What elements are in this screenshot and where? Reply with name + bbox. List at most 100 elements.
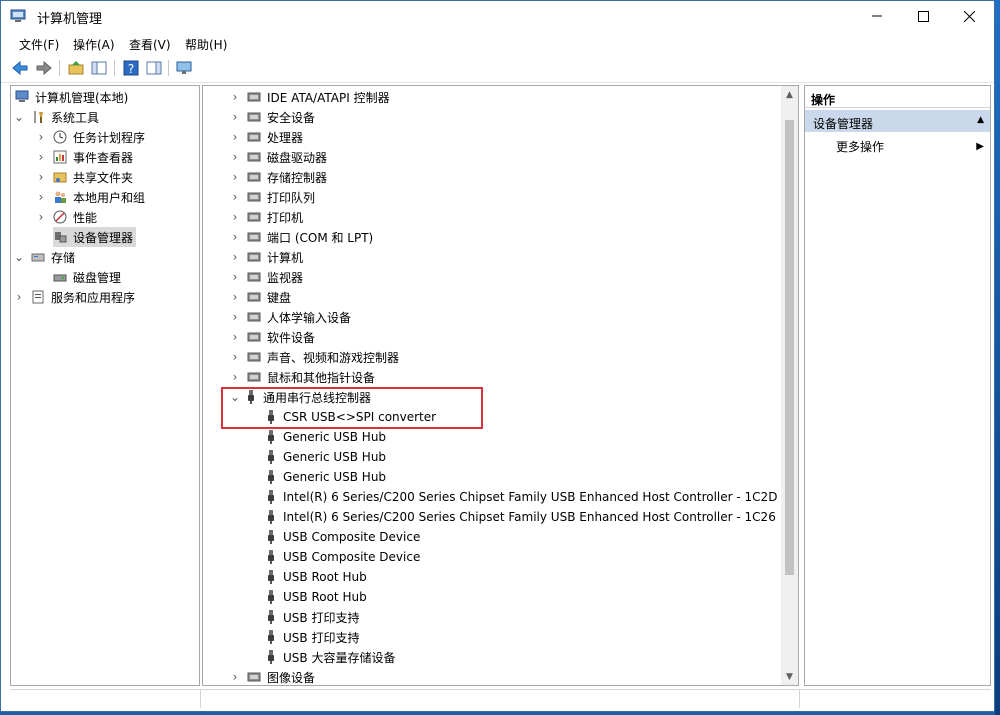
tree-item-services-apps[interactable]: › 服务和应用程序: [13, 287, 135, 307]
usb-device-row[interactable]: USB Composite Device: [267, 527, 420, 547]
menu-help[interactable]: 帮助(H): [185, 36, 227, 53]
usb-device-row[interactable]: Intel(R) 6 Series/C200 Series Chipset Fa…: [267, 507, 776, 527]
tree-item-performance[interactable]: › 性能: [35, 207, 97, 227]
chevron-right-icon[interactable]: ›: [13, 290, 25, 304]
close-button[interactable]: [946, 1, 992, 31]
chevron-right-icon[interactable]: ›: [229, 250, 241, 264]
device-label: USB 大容量存储设备: [283, 650, 396, 665]
maximize-button[interactable]: [900, 1, 946, 31]
usb-device-row[interactable]: USB Composite Device: [267, 547, 420, 567]
title-bar: 计算机管理: [1, 1, 994, 32]
chevron-right-icon[interactable]: ›: [229, 110, 241, 124]
device-category-row[interactable]: › 人体学输入设备: [229, 307, 351, 327]
device-category-row[interactable]: › 软件设备: [229, 327, 315, 347]
device-label: 处理器: [267, 130, 304, 145]
device-category-row[interactable]: › 磁盘驱动器: [229, 147, 327, 167]
maximize-icon: [917, 10, 929, 22]
menu-action[interactable]: 操作(A): [73, 36, 115, 53]
back-arrow-icon[interactable]: [11, 59, 29, 77]
device-category-icon: [247, 672, 261, 682]
collapse-up-icon[interactable]: ▲: [977, 115, 984, 125]
chevron-right-icon[interactable]: ›: [229, 670, 241, 684]
show-hide-tree-icon[interactable]: [90, 59, 108, 77]
device-label: 计算机: [267, 250, 304, 265]
vertical-scrollbar[interactable]: ▲ ▼: [781, 86, 798, 685]
device-category-row[interactable]: › 监视器: [229, 267, 303, 287]
usb-device-row[interactable]: USB 大容量存储设备: [267, 647, 395, 667]
device-category-icon: [247, 232, 261, 242]
device-category-row[interactable]: › 打印机: [229, 207, 303, 227]
usb-device-row[interactable]: USB Root Hub: [267, 567, 367, 587]
show-hide-action-pane-icon[interactable]: [145, 59, 163, 77]
device-category-row[interactable]: › 声音、视频和游戏控制器: [229, 347, 399, 367]
usb-plug-icon: [268, 510, 274, 524]
tree-label: 系统工具: [51, 110, 100, 125]
tree-item-event-viewer[interactable]: › 事件查看器: [35, 147, 133, 167]
navigation-tree-pane: 计算机管理(本地) ⌄ 系统工具 › 任务计划程序 › 事件查看器 › 共享文件…: [10, 85, 200, 686]
tree-item-task-scheduler[interactable]: › 任务计划程序: [35, 127, 145, 147]
chevron-right-icon[interactable]: ›: [35, 150, 47, 164]
monitor-icon[interactable]: [175, 59, 193, 77]
device-category-row[interactable]: › 图像设备: [229, 667, 316, 685]
chevron-down-icon[interactable]: ⌄: [13, 250, 25, 264]
scroll-up-arrow-icon[interactable]: ▲: [781, 86, 798, 103]
minimize-button[interactable]: [854, 1, 900, 31]
help-icon[interactable]: ?: [122, 59, 140, 77]
device-category-row[interactable]: › 存储控制器: [229, 167, 327, 187]
scroll-thumb[interactable]: [785, 120, 794, 575]
usb-device-row[interactable]: Generic USB Hub: [267, 427, 386, 447]
device-category-row[interactable]: › 打印队列: [229, 187, 315, 207]
device-label: Generic USB Hub: [283, 450, 387, 464]
chevron-right-icon[interactable]: ›: [229, 190, 241, 204]
chevron-right-icon[interactable]: ›: [229, 210, 241, 224]
chevron-right-icon[interactable]: ›: [35, 170, 47, 184]
usb-device-row[interactable]: USB 打印支持: [267, 607, 359, 627]
device-category-row[interactable]: › 安全设备: [229, 107, 315, 127]
chevron-right-icon[interactable]: ›: [229, 370, 241, 384]
chevron-right-icon[interactable]: ›: [229, 90, 241, 104]
clock-icon: [53, 130, 67, 144]
device-category-row[interactable]: › IDE ATA/ATAPI 控制器: [229, 87, 390, 107]
actions-section-device-manager[interactable]: 设备管理器 ▲: [805, 110, 990, 132]
chevron-down-icon[interactable]: ⌄: [13, 110, 25, 124]
more-actions-item[interactable]: 更多操作 ▶: [836, 136, 986, 156]
chevron-right-icon[interactable]: ›: [229, 290, 241, 304]
up-folder-icon[interactable]: [67, 59, 85, 77]
forward-arrow-icon[interactable]: [35, 59, 53, 77]
window-title: 计算机管理: [37, 12, 103, 27]
chevron-right-icon[interactable]: ›: [229, 330, 241, 344]
chevron-right-icon[interactable]: ›: [229, 270, 241, 284]
tree-item-local-users[interactable]: › 本地用户和组: [35, 187, 145, 207]
menu-bar: 文件(F) 操作(A) 查看(V) 帮助(H): [1, 32, 994, 54]
chevron-right-icon[interactable]: ›: [229, 350, 241, 364]
device-category-row[interactable]: › 处理器: [229, 127, 303, 147]
usb-device-row[interactable]: USB 打印支持: [267, 627, 359, 647]
tree-item-disk-management[interactable]: 磁盘管理: [53, 267, 121, 287]
scroll-down-arrow-icon[interactable]: ▼: [781, 668, 798, 685]
usb-device-row[interactable]: USB Root Hub: [267, 587, 367, 607]
menu-file[interactable]: 文件(F): [19, 36, 59, 53]
usb-plug-icon: [268, 570, 274, 584]
chevron-right-icon[interactable]: ›: [229, 170, 241, 184]
chevron-right-icon[interactable]: ›: [35, 130, 47, 144]
device-label: 图像设备: [267, 670, 316, 685]
chevron-right-icon[interactable]: ›: [229, 230, 241, 244]
usb-device-row[interactable]: Generic USB Hub: [267, 467, 386, 487]
tree-item-system-tools[interactable]: ⌄ 系统工具: [13, 107, 99, 127]
tree-item-storage[interactable]: ⌄ 存储: [13, 247, 75, 267]
device-category-row[interactable]: › 计算机: [229, 247, 303, 267]
chevron-right-icon[interactable]: ›: [229, 130, 241, 144]
tree-item-root[interactable]: 计算机管理(本地): [15, 87, 128, 107]
chevron-right-icon[interactable]: ›: [35, 190, 47, 204]
device-category-row[interactable]: › 端口 (COM 和 LPT): [229, 227, 374, 247]
tree-item-device-manager[interactable]: 设备管理器: [53, 227, 137, 247]
chevron-right-icon[interactable]: ›: [229, 310, 241, 324]
usb-device-row[interactable]: Intel(R) 6 Series/C200 Series Chipset Fa…: [267, 487, 777, 507]
menu-view[interactable]: 查看(V): [129, 36, 171, 53]
usb-device-row[interactable]: Generic USB Hub: [267, 447, 386, 467]
tree-item-shared-folders[interactable]: › 共享文件夹: [35, 167, 133, 187]
device-category-row[interactable]: › 鼠标和其他指针设备: [229, 367, 375, 387]
chevron-right-icon[interactable]: ›: [35, 210, 47, 224]
chevron-right-icon[interactable]: ›: [229, 150, 241, 164]
device-category-row[interactable]: › 键盘: [229, 287, 291, 307]
